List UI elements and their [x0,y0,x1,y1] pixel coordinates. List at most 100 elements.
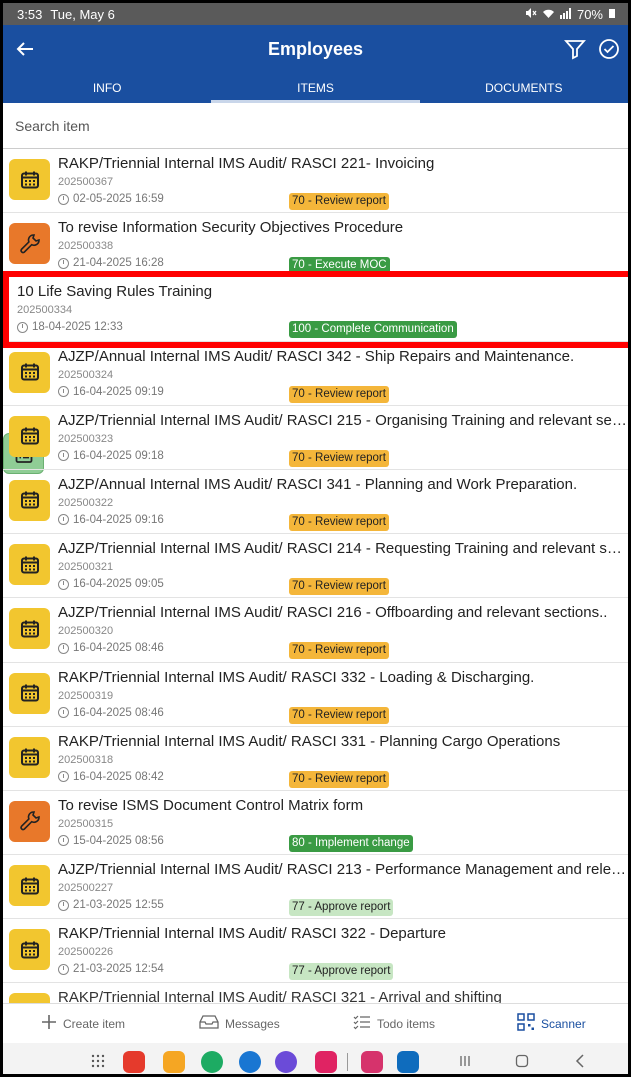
item-title: AJZP/Annual Internal IMS Audit/ RASCI 34… [58,347,575,365]
back-nav-icon[interactable] [574,1054,586,1073]
item-number: 202500227 [58,882,114,895]
status-badge: 70 - Review report [289,385,389,403]
create-item-button[interactable]: Create item [41,1014,125,1033]
messages-label: Messages [225,1016,280,1031]
clock-icon [58,386,69,398]
calendar-icon [9,159,50,200]
list-item[interactable]: AJZP/Annual Internal IMS Audit/ RASCI 34… [3,470,628,535]
wifi-icon [542,7,555,22]
status-badge: 70 - Review report [289,193,389,210]
home-icon[interactable] [515,1054,529,1073]
check-circle-icon[interactable] [598,38,620,60]
clock-icon [58,963,69,975]
list-item[interactable]: To revise ISMS Document Control Matrix f… [3,791,628,856]
status-bar: 3:53 Tue, May 6 70% [3,3,628,25]
app-green-icon[interactable] [201,1051,223,1073]
list-item[interactable]: AJZP/Triennial Internal IMS Audit/ RASCI… [3,534,628,599]
status-badge: 70 - Review report [289,706,389,724]
tab-documents[interactable]: DOCUMENTS [420,73,628,103]
app-camera-icon[interactable] [315,1051,337,1073]
list-item[interactable]: RAKP/Triennial Internal IMS Audit/ RASCI… [3,983,628,1003]
clock-icon [58,578,69,590]
status-badge: 70 - Review report [289,578,389,596]
clock-icon [58,193,69,205]
status-badge: 100 - Complete Communication [289,321,457,339]
item-title: 10 Life Saving Rules Training [17,283,213,301]
item-number: 202500319 [58,689,114,702]
clock-icon [58,257,69,269]
item-number: 202500226 [58,946,114,959]
item-list: RAKP/Triennial Internal IMS Audit/ RASCI… [3,149,628,1003]
todo-items-label: Todo items [377,1016,436,1031]
wrench-icon [9,800,50,842]
item-date-text: 16-04-2025 09:18 [73,449,164,462]
tab-items[interactable]: ITEMS [211,73,420,103]
page-title: Employees [267,38,364,59]
app-yellow-icon[interactable] [163,1051,185,1073]
list-item[interactable]: RAKP/Triennial Internal IMS Audit/ RASCI… [3,149,628,214]
list-item[interactable]: AJZP/Annual Internal IMS Audit/ RASCI 34… [3,342,628,406]
app-flower-icon[interactable] [361,1051,383,1073]
todo-items-button[interactable]: Todo items [353,1014,435,1033]
item-number: 202500321 [58,561,114,574]
search-bar [3,103,628,149]
battery-text: 70% [576,6,603,22]
item-title: RAKP/Triennial Internal IMS Audit/ RASCI… [58,155,435,172]
messages-button[interactable]: Messages [199,1014,280,1033]
list-item[interactable]: AJZP/Triennial Internal IMS Audit/ RASCI… [3,598,628,663]
list-item[interactable]: AJZP/Triennial Internal IMS Audit/ RASCI… [3,406,628,470]
clock-icon [58,771,69,783]
list-item[interactable]: RAKP/Triennial Internal IMS Audit/ RASCI… [3,919,628,984]
calendar-icon [9,544,50,586]
item-title: RAKP/Triennial Internal IMS Audit/ RASCI… [58,989,502,1003]
list-item[interactable]: To revise Information Security Objective… [3,213,628,278]
filter-icon[interactable] [564,38,586,60]
item-title: AJZP/Triennial Internal IMS Audit/ RASCI… [58,540,628,558]
battery-icon [608,7,616,22]
item-title: AJZP/Triennial Internal IMS Audit/ RASCI… [58,861,628,879]
item-date-text: 18-04-2025 12:33 [32,321,123,334]
item-title: To revise Information Security Objective… [58,219,404,237]
item-number: 202500367 [58,176,114,188]
app-chat-icon[interactable] [239,1051,261,1073]
item-date-text: 16-04-2025 09:16 [73,513,164,526]
bottom-toolbar: Create item Messages Todo items Scanner [3,1003,628,1043]
clock-icon [58,514,69,526]
item-number: 202500323 [58,432,114,445]
item-date-text: 15-04-2025 08:56 [73,834,164,847]
tab-info[interactable]: INFO [3,73,211,103]
status-badge: 77 - Approve report [289,899,394,917]
list-item[interactable]: AJZP/Triennial Internal IMS Audit/ RASCI… [3,855,628,920]
calendar-icon [9,929,50,971]
recents-icon[interactable] [458,1054,472,1073]
scanner-button[interactable]: Scanner [517,1013,586,1034]
calendar-icon [9,608,50,650]
status-badge: 70 - Review report [289,642,389,660]
list-item[interactable]: 10 Life Saving Rules Training 202500334 18… [3,277,628,475]
qr-code-icon [517,1013,535,1034]
app-red-icon[interactable] [123,1051,145,1073]
item-number: 202500334 [17,304,73,317]
item-date-text: 02-05-2025 16:59 [73,193,164,205]
app-purple-icon[interactable] [275,1051,297,1073]
item-title: RAKP/Triennial Internal IMS Audit/ RASCI… [58,732,561,750]
clock-icon [58,899,69,911]
calendar-icon [9,351,50,393]
item-date-text: 16-04-2025 09:05 [73,578,164,591]
status-badge: 70 - Review report [289,449,389,467]
list-item-body: RAKP/Triennial Internal IMS Audit/ RASCI… [58,983,628,1003]
app-drawer-icon[interactable] [91,1054,105,1073]
list-item[interactable]: RAKP/Triennial Internal IMS Audit/ RASCI… [3,663,628,727]
plus-icon [41,1014,57,1033]
clock-icon [58,642,69,654]
tab-bar: INFO ITEMS DOCUMENTS [3,73,628,103]
item-title: RAKP/Triennial Internal IMS Audit/ RASCI… [58,668,535,686]
search-input[interactable] [15,117,616,134]
item-number: 202500318 [58,753,114,766]
item-number: 202500324 [58,368,114,381]
arrow-left-icon[interactable] [3,25,47,73]
list-item[interactable]: RAKP/Triennial Internal IMS Audit/ RASCI… [3,727,628,791]
item-title: To revise ISMS Document Control Matrix f… [58,796,364,814]
app-outlook-icon[interactable] [397,1051,419,1073]
clock-icon [58,835,69,847]
